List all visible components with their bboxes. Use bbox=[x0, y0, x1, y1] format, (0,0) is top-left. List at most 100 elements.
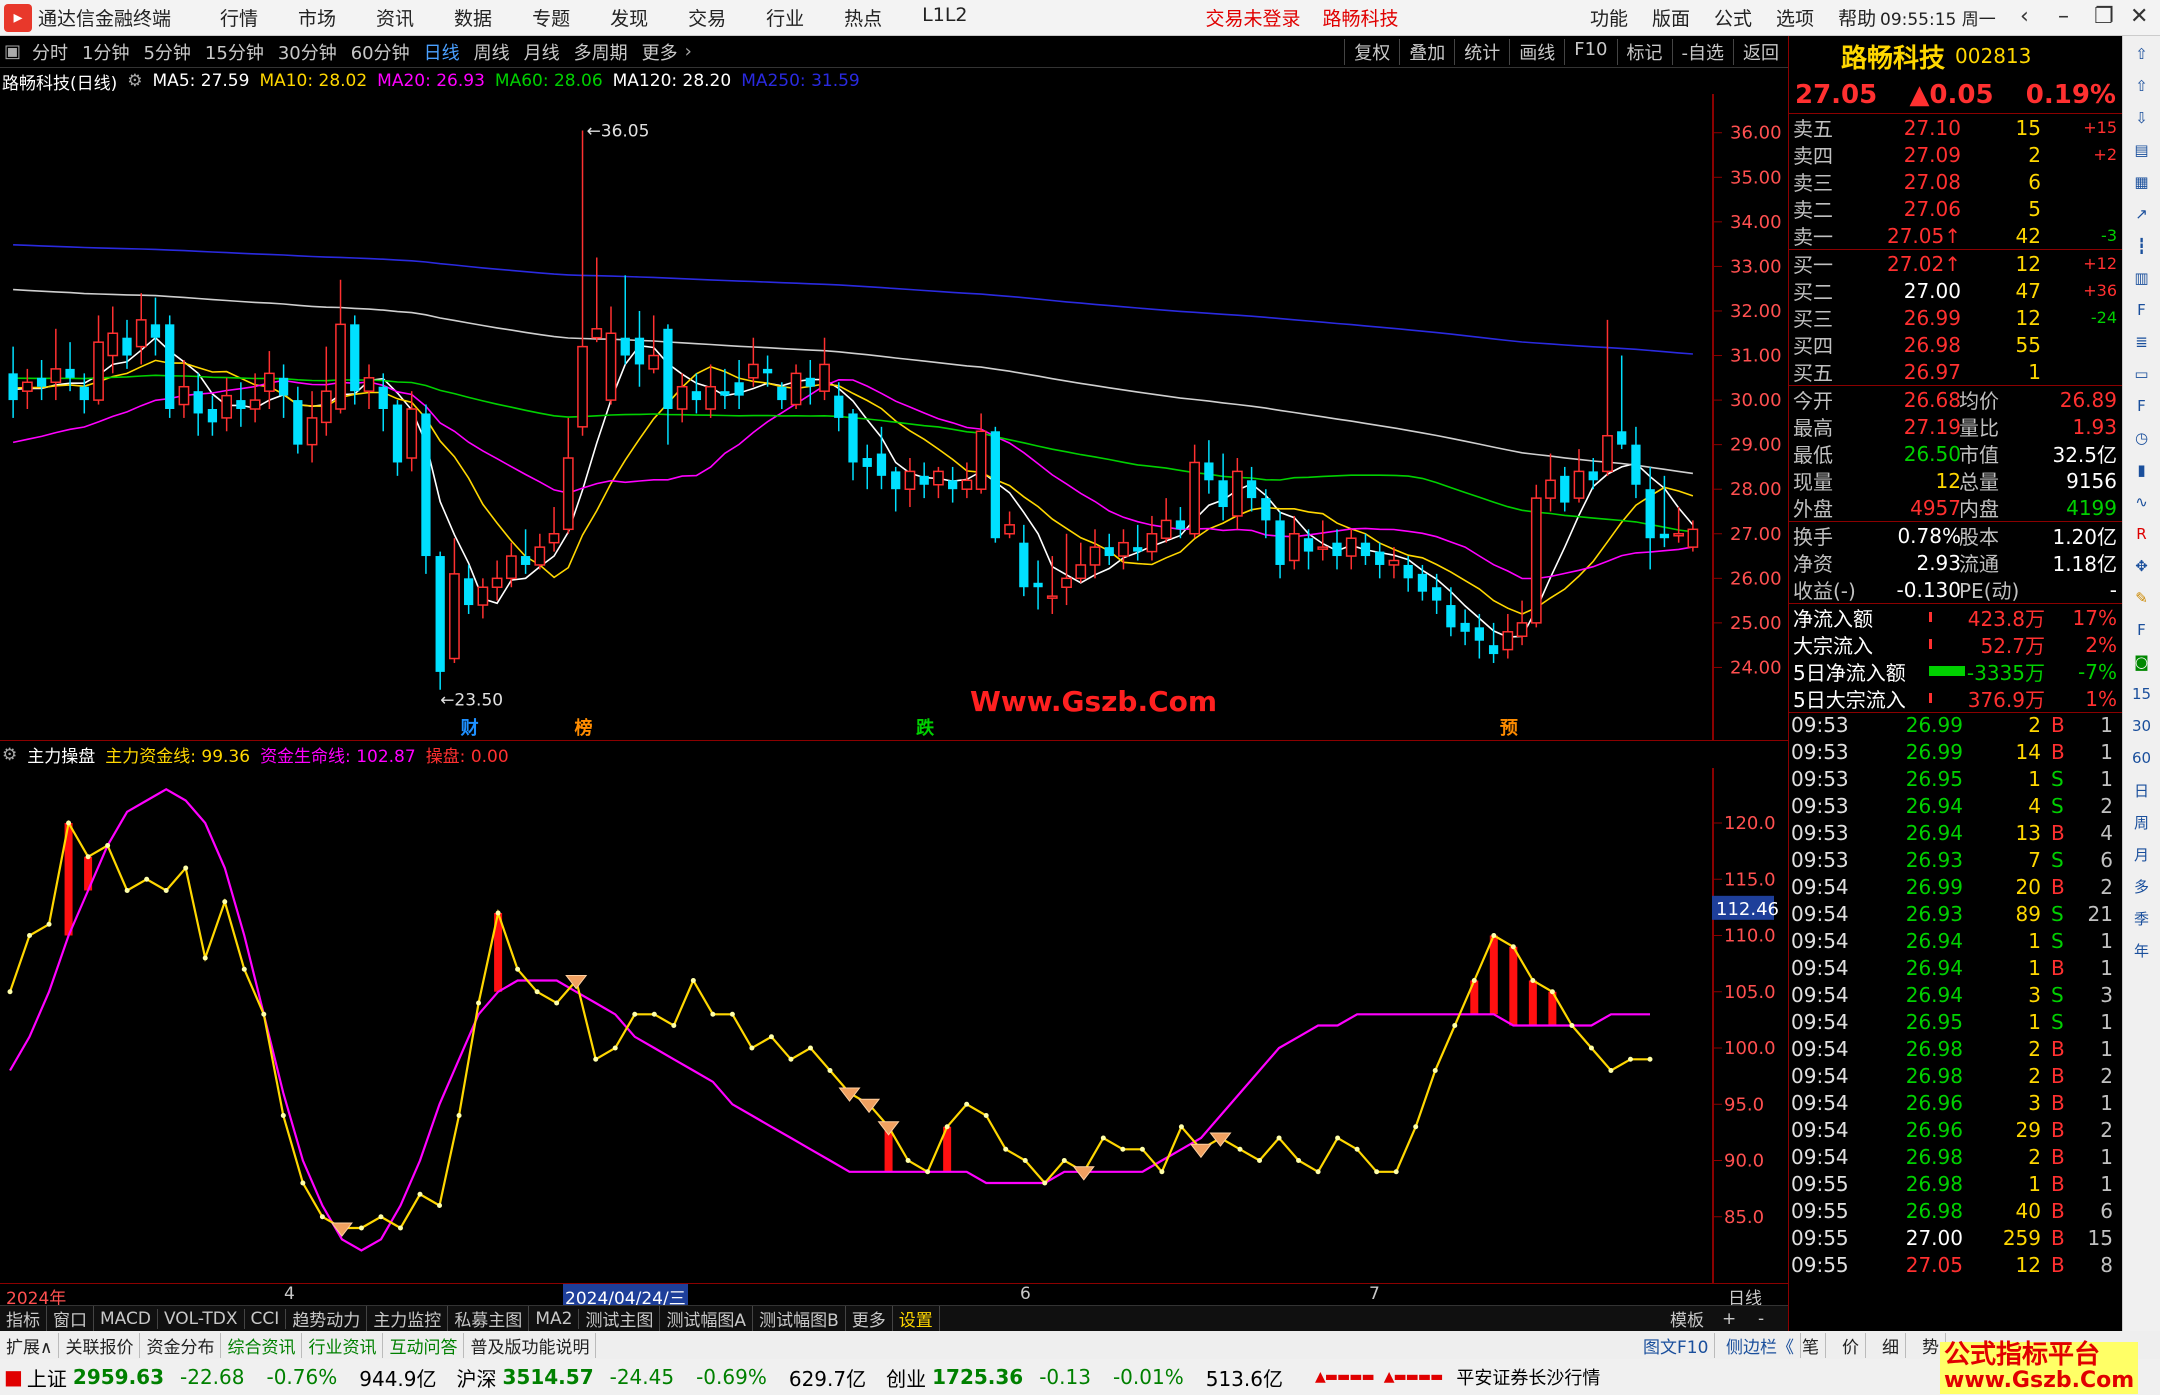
tab-cci[interactable]: CCI bbox=[245, 1308, 287, 1329]
grid-icon[interactable]: ▦ bbox=[2128, 168, 2156, 196]
ask-row[interactable]: 卖四 27.09 2 +2 bbox=[1789, 141, 2122, 169]
candle-icon[interactable]: ┇ bbox=[2128, 232, 2156, 260]
cycle-day-icon[interactable]: 日 bbox=[2128, 776, 2156, 804]
tool-huaxian[interactable]: 画线 bbox=[1509, 38, 1564, 65]
arrow-down-icon[interactable]: ⇩ bbox=[2128, 104, 2156, 132]
menu-item-shichang[interactable]: 市场 bbox=[298, 4, 336, 31]
tool-diejia[interactable]: 叠加 bbox=[1399, 38, 1454, 65]
btab-fund[interactable]: 资金分布 bbox=[140, 1332, 222, 1358]
rsi-icon[interactable]: R bbox=[2128, 520, 2156, 548]
bid-row[interactable]: 买一 27.02↑ 12 +12 bbox=[1789, 250, 2122, 278]
cycle-week-icon[interactable]: 周 bbox=[2128, 808, 2156, 836]
arrow-up2-icon[interactable]: ⇧ bbox=[2128, 72, 2156, 100]
menu-item-zixun[interactable]: 资讯 bbox=[376, 4, 414, 31]
cycle-multi-icon[interactable]: 多 bbox=[2128, 872, 2156, 900]
btab-sidebar[interactable]: 侧边栏《 bbox=[1720, 1332, 1801, 1358]
template-button[interactable]: 模板 bbox=[1664, 1306, 1710, 1331]
menu-item-faxian[interactable]: 发现 bbox=[610, 4, 648, 31]
back-icon[interactable]: ‹ bbox=[2020, 4, 2029, 29]
period-15min[interactable]: 15分钟 bbox=[203, 39, 266, 65]
zoom-out-button[interactable]: - bbox=[1752, 1309, 1770, 1329]
tab-ceshi-a[interactable]: 测试幅图A bbox=[660, 1306, 754, 1331]
fs2-icon[interactable]: F bbox=[2128, 616, 2156, 644]
ask-row[interactable]: 卖三 27.08 6 bbox=[1789, 168, 2122, 196]
close-icon[interactable]: ✕ bbox=[2130, 4, 2148, 29]
btab-news[interactable]: 综合资讯 bbox=[221, 1332, 303, 1358]
cycle-15-icon[interactable]: 15 bbox=[2128, 680, 2156, 708]
bid-row[interactable]: 买二 27.00 47 +36 bbox=[1789, 277, 2122, 305]
menu-item-bangzhu[interactable]: 帮助 bbox=[1838, 4, 1876, 31]
tab-ceshi-b[interactable]: 测试幅图B bbox=[753, 1306, 846, 1331]
period-5min[interactable]: 5分钟 bbox=[141, 39, 192, 65]
btab-expand[interactable]: 扩展∧ bbox=[0, 1332, 60, 1358]
tab-vol-tdx[interactable]: VOL-TDX bbox=[158, 1308, 245, 1329]
event-marker[interactable]: 预 bbox=[1500, 718, 1518, 739]
clock-icon[interactable]: ◷ bbox=[2128, 424, 2156, 452]
tool-f10[interactable]: F10 bbox=[1564, 38, 1616, 65]
doc-icon[interactable]: ▭ bbox=[2128, 360, 2156, 388]
tool-fanhui[interactable]: 返回 bbox=[1733, 38, 1788, 65]
tab-zhibiao[interactable]: 指标 bbox=[0, 1306, 47, 1331]
indicator-chart[interactable]: 120.0 115.0 110.0 105.0 100.0 95.0 90.0 85.0 112… bbox=[0, 768, 1788, 1283]
index-cy-name[interactable]: 创业 bbox=[886, 1363, 926, 1392]
period-monthly[interactable]: 月线 bbox=[522, 39, 562, 65]
menu-item-xuanxiang[interactable]: 选项 bbox=[1776, 4, 1814, 31]
table-icon[interactable]: ▥ bbox=[2128, 264, 2156, 292]
chart-line-icon[interactable]: ↗ bbox=[2128, 200, 2156, 228]
period-1min[interactable]: 1分钟 bbox=[80, 39, 131, 65]
cycle-quarter-icon[interactable]: 季 bbox=[2128, 904, 2156, 932]
period-multi[interactable]: 多周期 bbox=[572, 39, 630, 65]
index-sh-name[interactable]: 上证 bbox=[27, 1363, 67, 1392]
page-icon[interactable]: ▤ bbox=[2128, 136, 2156, 164]
tab-more[interactable]: 更多 bbox=[846, 1306, 893, 1331]
trade-login-alert[interactable]: 交易未登录 bbox=[1206, 4, 1301, 31]
tool-biaoji[interactable]: 标记 bbox=[1616, 38, 1672, 65]
period-fenshi[interactable]: 分时 bbox=[30, 39, 70, 65]
chat-icon[interactable]: ◙ bbox=[2128, 648, 2156, 676]
menu-item-hangqing[interactable]: 行情 bbox=[220, 4, 258, 31]
collapse-icon[interactable]: ▣ bbox=[4, 41, 21, 62]
btab-help[interactable]: 普及版功能说明 bbox=[464, 1332, 597, 1358]
period-60min[interactable]: 60分钟 bbox=[349, 39, 412, 65]
btab-xi[interactable]: 细 bbox=[1876, 1332, 1906, 1358]
bar-icon[interactable]: ▮ bbox=[2128, 456, 2156, 484]
tab-settings[interactable]: 设置 bbox=[893, 1306, 940, 1331]
btab-industry[interactable]: 行业资讯 bbox=[302, 1332, 384, 1358]
period-more[interactable]: 更多 bbox=[640, 39, 680, 65]
tab-zhuli[interactable]: 主力监控 bbox=[367, 1306, 449, 1331]
menu-item-banmian[interactable]: 版面 bbox=[1652, 4, 1690, 31]
cycle-60-icon[interactable]: 60 bbox=[2128, 744, 2156, 772]
menu-item-gongneng[interactable]: 功能 bbox=[1590, 4, 1628, 31]
btab-related[interactable]: 关联报价 bbox=[59, 1332, 141, 1358]
cycle-30-icon[interactable]: 30 bbox=[2128, 712, 2156, 740]
tab-chuangkou[interactable]: 窗口 bbox=[47, 1306, 94, 1331]
btab-f10[interactable]: 图文F10 bbox=[1637, 1332, 1716, 1358]
tick-list[interactable]: 09:53 26.99 2 B 1 09:53 26.99 14 B 1 09:53 26.95 1 S 1… bbox=[1789, 712, 2122, 1280]
tool-tongji[interactable]: 统计 bbox=[1454, 38, 1509, 65]
event-marker[interactable]: 财 bbox=[461, 717, 479, 739]
settings-icon[interactable]: ⚙ bbox=[127, 71, 142, 91]
chevron-right-icon[interactable]: › bbox=[685, 41, 692, 62]
tool-fuquan[interactable]: 复权 bbox=[1344, 38, 1399, 65]
menu-item-gongshi[interactable]: 公式 bbox=[1714, 4, 1752, 31]
candlestick-chart[interactable]: 36.00 35.00 34.00 33.00 32.00 31.00 30.00 29.00… bbox=[0, 94, 1788, 740]
zoom-in-button[interactable]: + bbox=[1716, 1309, 1742, 1329]
period-daily[interactable]: 日线 bbox=[422, 39, 462, 65]
tab-simu[interactable]: 私募主图 bbox=[448, 1306, 530, 1331]
arrow-up-icon[interactable]: ⇧ bbox=[2128, 40, 2156, 68]
cycle-year-icon[interactable]: 年 bbox=[2128, 936, 2156, 964]
fs-icon[interactable]: F bbox=[2128, 392, 2156, 420]
minimize-icon[interactable]: – bbox=[2058, 4, 2069, 29]
list-icon[interactable]: ≣ bbox=[2128, 328, 2156, 356]
index-hs-name[interactable]: 沪深 bbox=[457, 1363, 497, 1392]
menu-item-shuju[interactable]: 数据 bbox=[454, 4, 492, 31]
tab-qushi[interactable]: 趋势动力 bbox=[286, 1306, 368, 1331]
period-30min[interactable]: 30分钟 bbox=[276, 39, 339, 65]
indicator-settings-icon[interactable]: ⚙ bbox=[2, 745, 17, 765]
event-marker[interactable]: 榜 bbox=[575, 717, 593, 739]
tab-ceshi-main[interactable]: 测试主图 bbox=[579, 1306, 661, 1331]
ask-row[interactable]: 卖五 27.10 15 +15 bbox=[1789, 114, 2122, 142]
event-marker[interactable]: 跌 bbox=[916, 717, 935, 739]
cycle-month-icon[interactable]: 月 bbox=[2128, 840, 2156, 868]
ask-row[interactable]: 卖一 27.05↑ 42 -3 bbox=[1789, 222, 2122, 250]
